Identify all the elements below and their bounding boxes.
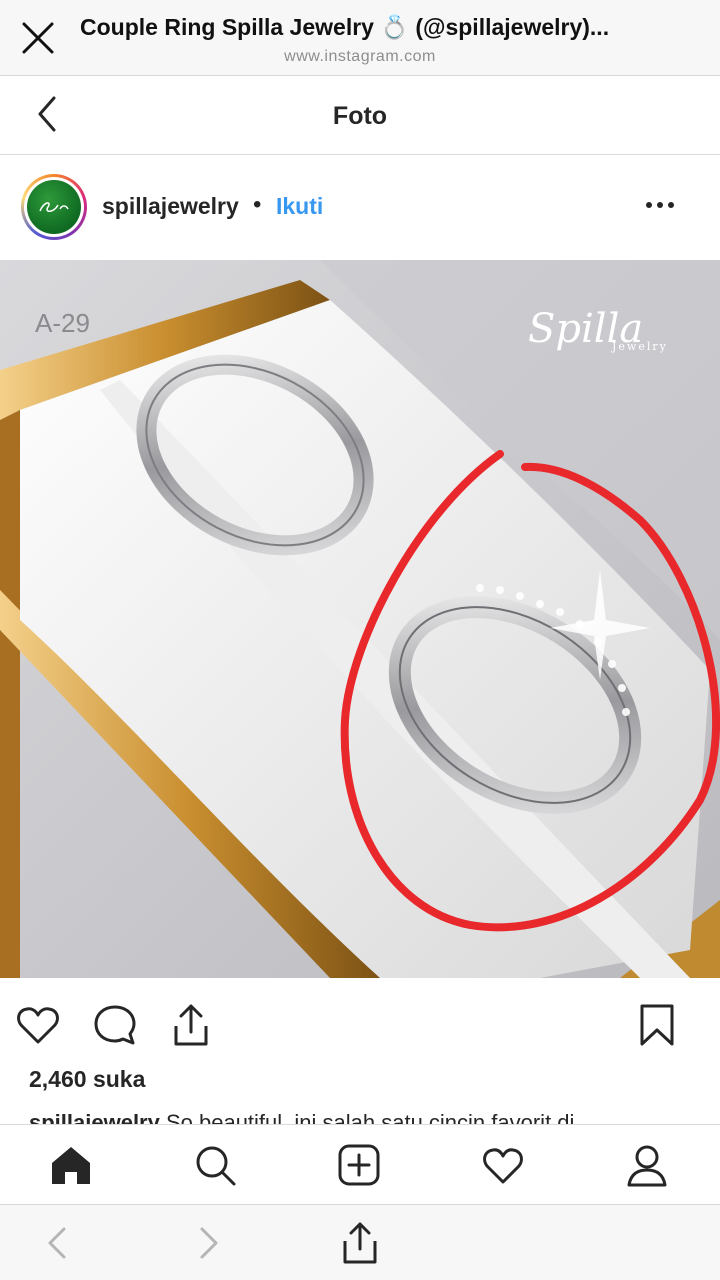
browser-bottom-toolbar [0, 1204, 720, 1280]
photo-code-label: A-29 [35, 308, 90, 338]
comment-icon[interactable] [92, 1002, 138, 1048]
screen: Couple Ring Spilla Jewelry 💍 (@spillajew… [0, 0, 720, 1280]
share-icon[interactable] [168, 1002, 214, 1048]
avatar[interactable] [21, 174, 87, 240]
heart-icon[interactable] [15, 1002, 61, 1048]
bookmark-icon[interactable] [634, 1002, 680, 1048]
home-icon[interactable] [49, 1143, 93, 1187]
browser-back-icon[interactable] [38, 1221, 78, 1265]
separator-dot: • [253, 191, 262, 218]
ring-photo-illustration: A-29 Spilla Jewelry [0, 260, 720, 978]
browser-forward-icon[interactable] [188, 1221, 228, 1265]
activity-heart-icon[interactable] [481, 1143, 525, 1187]
post-photo[interactable]: A-29 Spilla Jewelry [0, 260, 720, 978]
profile-icon[interactable] [625, 1143, 669, 1187]
follow-button[interactable]: Ikuti [276, 193, 323, 220]
post-actions: 2,460 suka spillajewelry So beautiful, i… [0, 978, 720, 1124]
post-username[interactable]: spillajewelry [102, 193, 239, 220]
page-title: Foto [332, 102, 388, 130]
caption-text: So beautiful, ini salah satu cincin favo… [159, 1110, 575, 1124]
browser-top-bar: Couple Ring Spilla Jewelry 💍 (@spillajew… [0, 0, 720, 76]
likes-count[interactable]: 2,460 suka [29, 1066, 145, 1093]
avatar-logo [27, 180, 81, 234]
ig-header: Foto [0, 76, 720, 155]
browser-share-icon[interactable] [340, 1221, 380, 1265]
ig-bottom-nav [0, 1124, 720, 1204]
photo-watermark-sub: Jewelry [611, 340, 668, 353]
search-icon[interactable] [193, 1143, 237, 1187]
post-header: spillajewelry • Ikuti [0, 155, 720, 260]
browser-url[interactable]: www.instagram.com [0, 48, 720, 66]
browser-page-title: Couple Ring Spilla Jewelry 💍 (@spillajew… [80, 14, 610, 40]
add-post-icon[interactable] [337, 1143, 381, 1187]
caption-username[interactable]: spillajewelry [29, 1110, 160, 1124]
post-caption: spillajewelry So beautiful, ini salah sa… [29, 1108, 689, 1124]
spilla-logo-icon [39, 202, 69, 212]
more-horizontal-icon[interactable] [640, 193, 680, 217]
avatar-frame [24, 177, 84, 237]
